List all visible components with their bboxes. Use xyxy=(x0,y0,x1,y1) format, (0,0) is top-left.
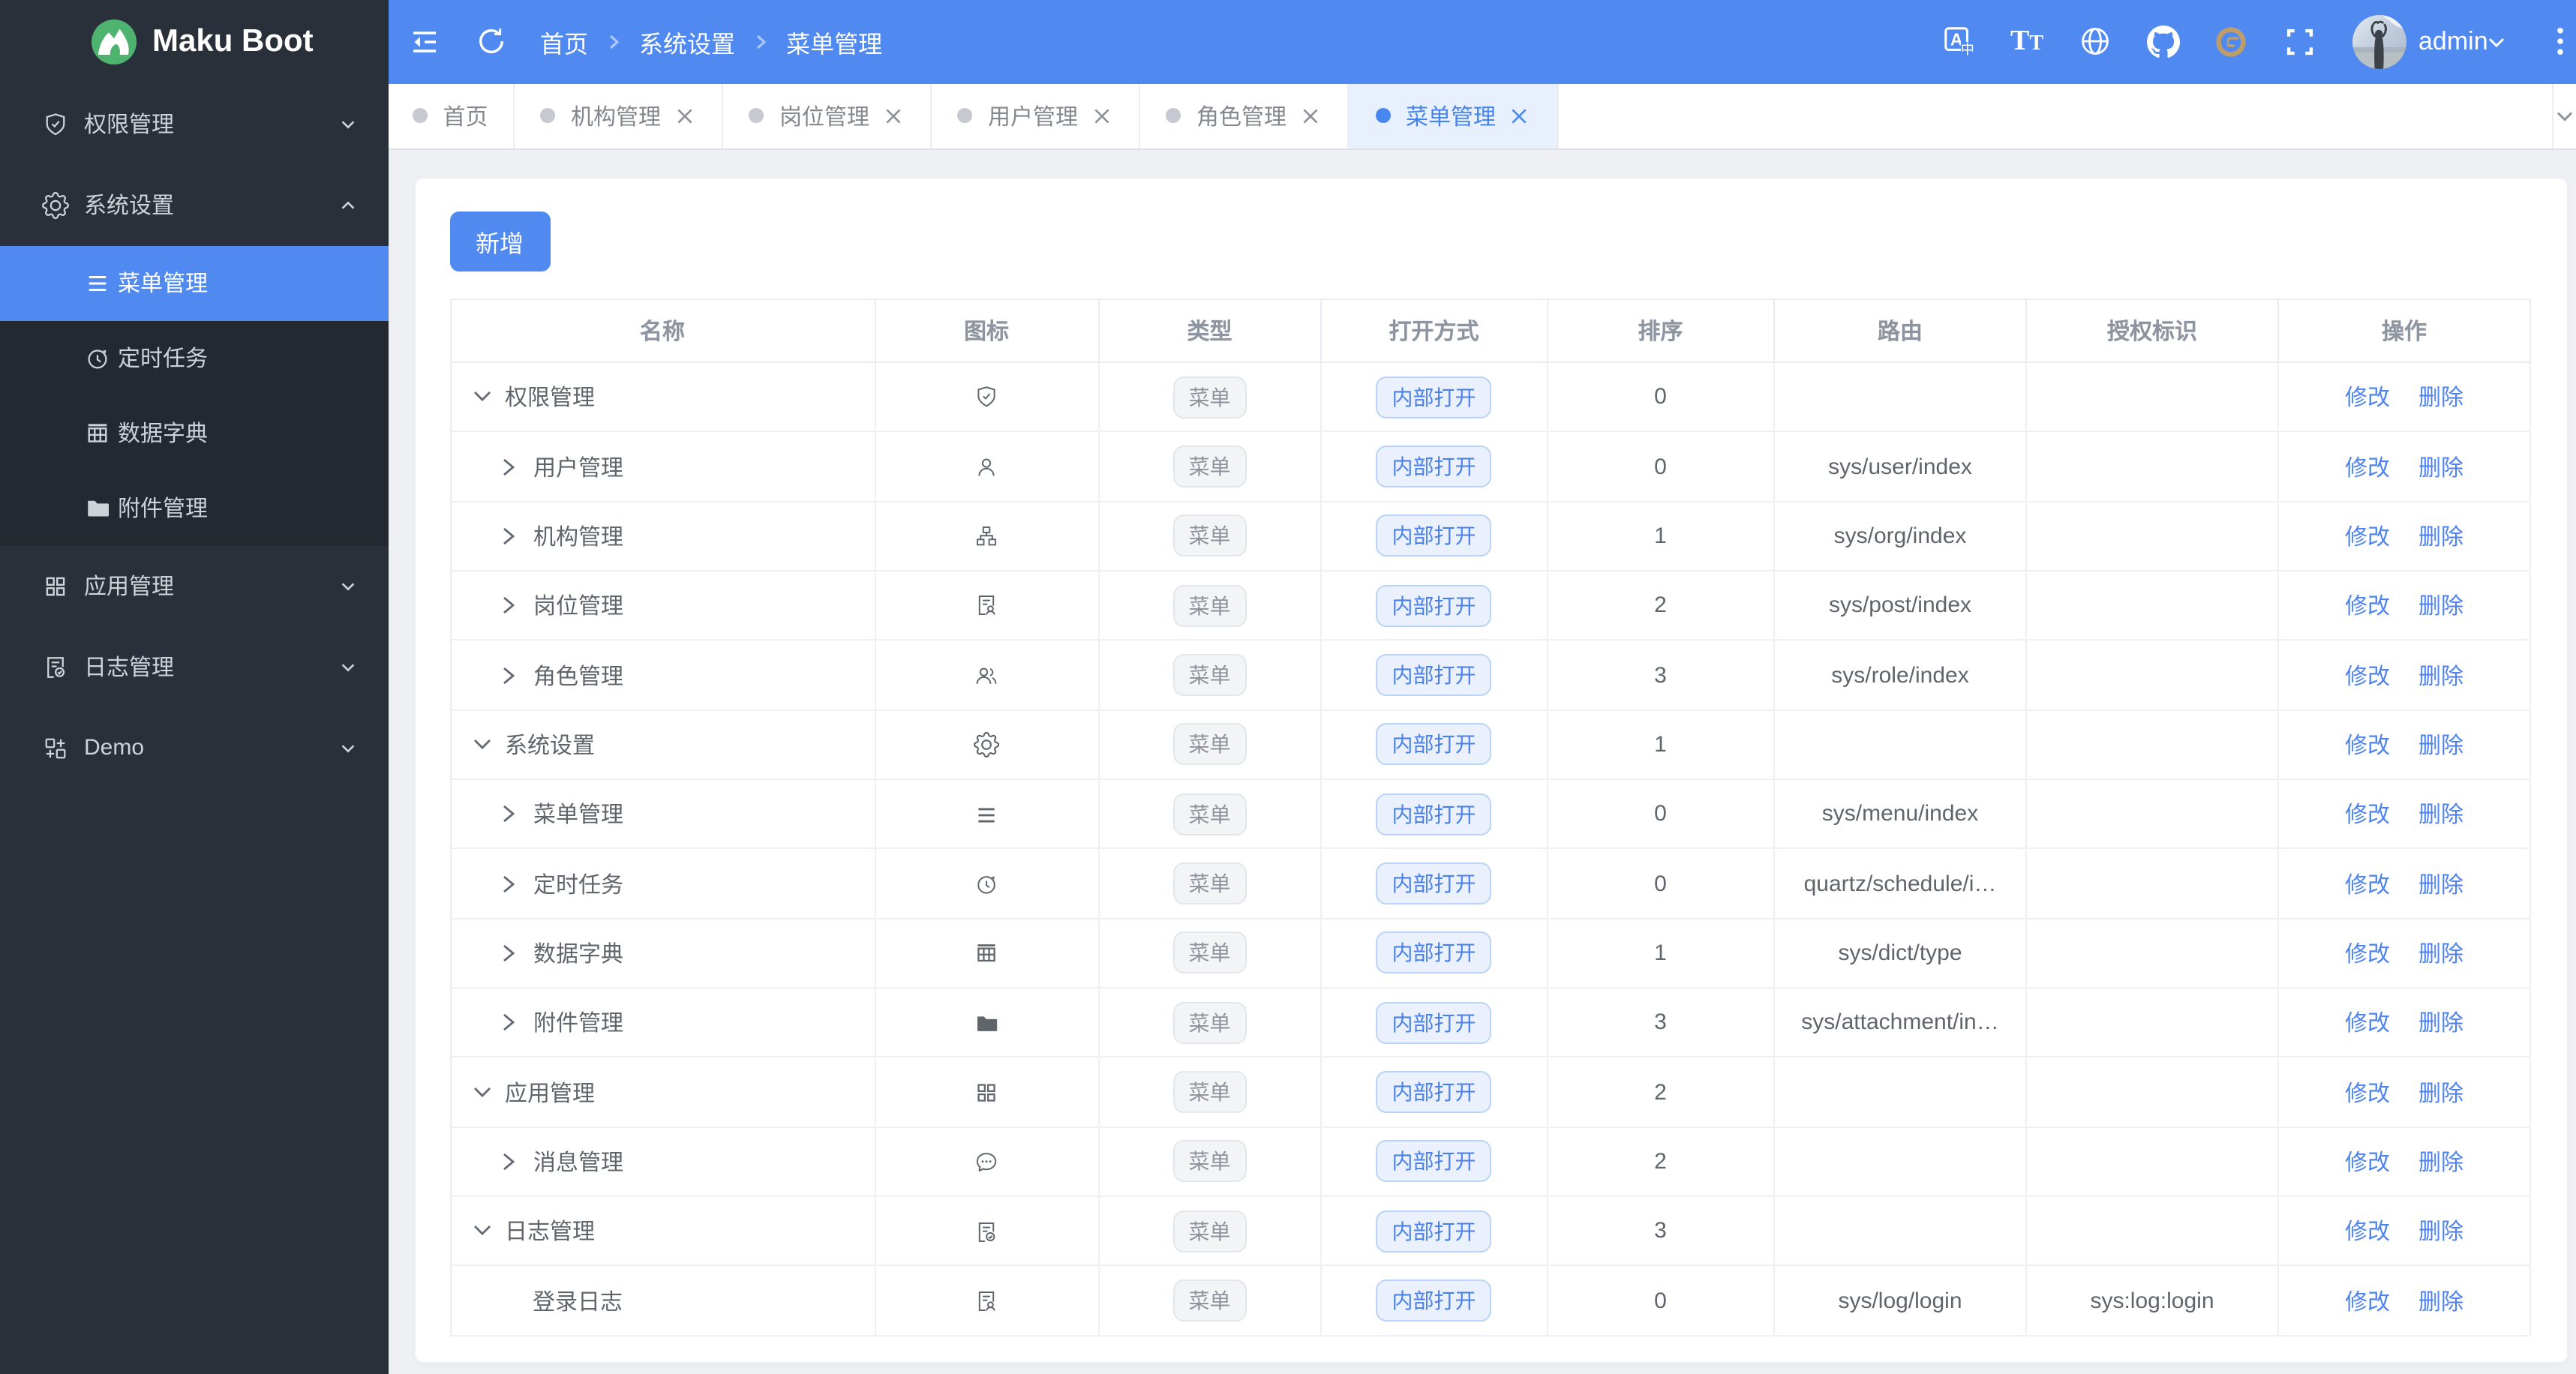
svg-text:中: 中 xyxy=(1960,42,1974,57)
